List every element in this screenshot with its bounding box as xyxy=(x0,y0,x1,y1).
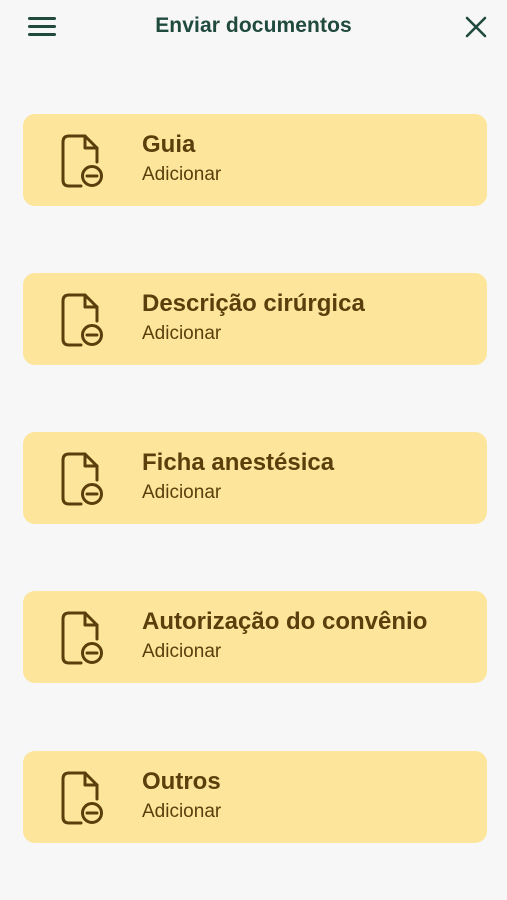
close-icon xyxy=(465,16,487,38)
document-card[interactable]: Autorização do convênio Adicionar xyxy=(23,591,487,683)
document-card-title: Autorização do convênio xyxy=(142,608,428,635)
app-header: Enviar documentos xyxy=(0,0,507,56)
document-card[interactable]: Outros Adicionar xyxy=(23,751,487,843)
close-button[interactable] xyxy=(463,14,489,40)
document-minus-icon xyxy=(61,293,103,347)
document-minus-icon xyxy=(61,134,103,188)
document-minus-icon xyxy=(61,771,103,825)
document-card-action: Adicionar xyxy=(142,641,222,662)
document-card-title: Ficha anestésica xyxy=(142,449,335,476)
document-card-action: Adicionar xyxy=(142,482,222,503)
page-title: Enviar documentos xyxy=(155,14,352,37)
document-card-title: Descrição cirúrgica xyxy=(142,290,365,317)
document-minus-icon xyxy=(61,611,103,665)
document-card[interactable]: Guia Adicionar xyxy=(23,114,487,206)
document-card-title: Outros xyxy=(142,768,221,795)
document-card-action: Adicionar xyxy=(142,323,222,344)
document-card-action: Adicionar xyxy=(142,164,222,185)
document-card[interactable]: Descrição cirúrgica Adicionar xyxy=(23,273,487,365)
document-card-title: Guia xyxy=(142,131,196,158)
document-minus-icon xyxy=(61,452,103,506)
document-card[interactable]: Ficha anestésica Adicionar xyxy=(23,432,487,524)
document-card-action: Adicionar xyxy=(142,801,222,822)
